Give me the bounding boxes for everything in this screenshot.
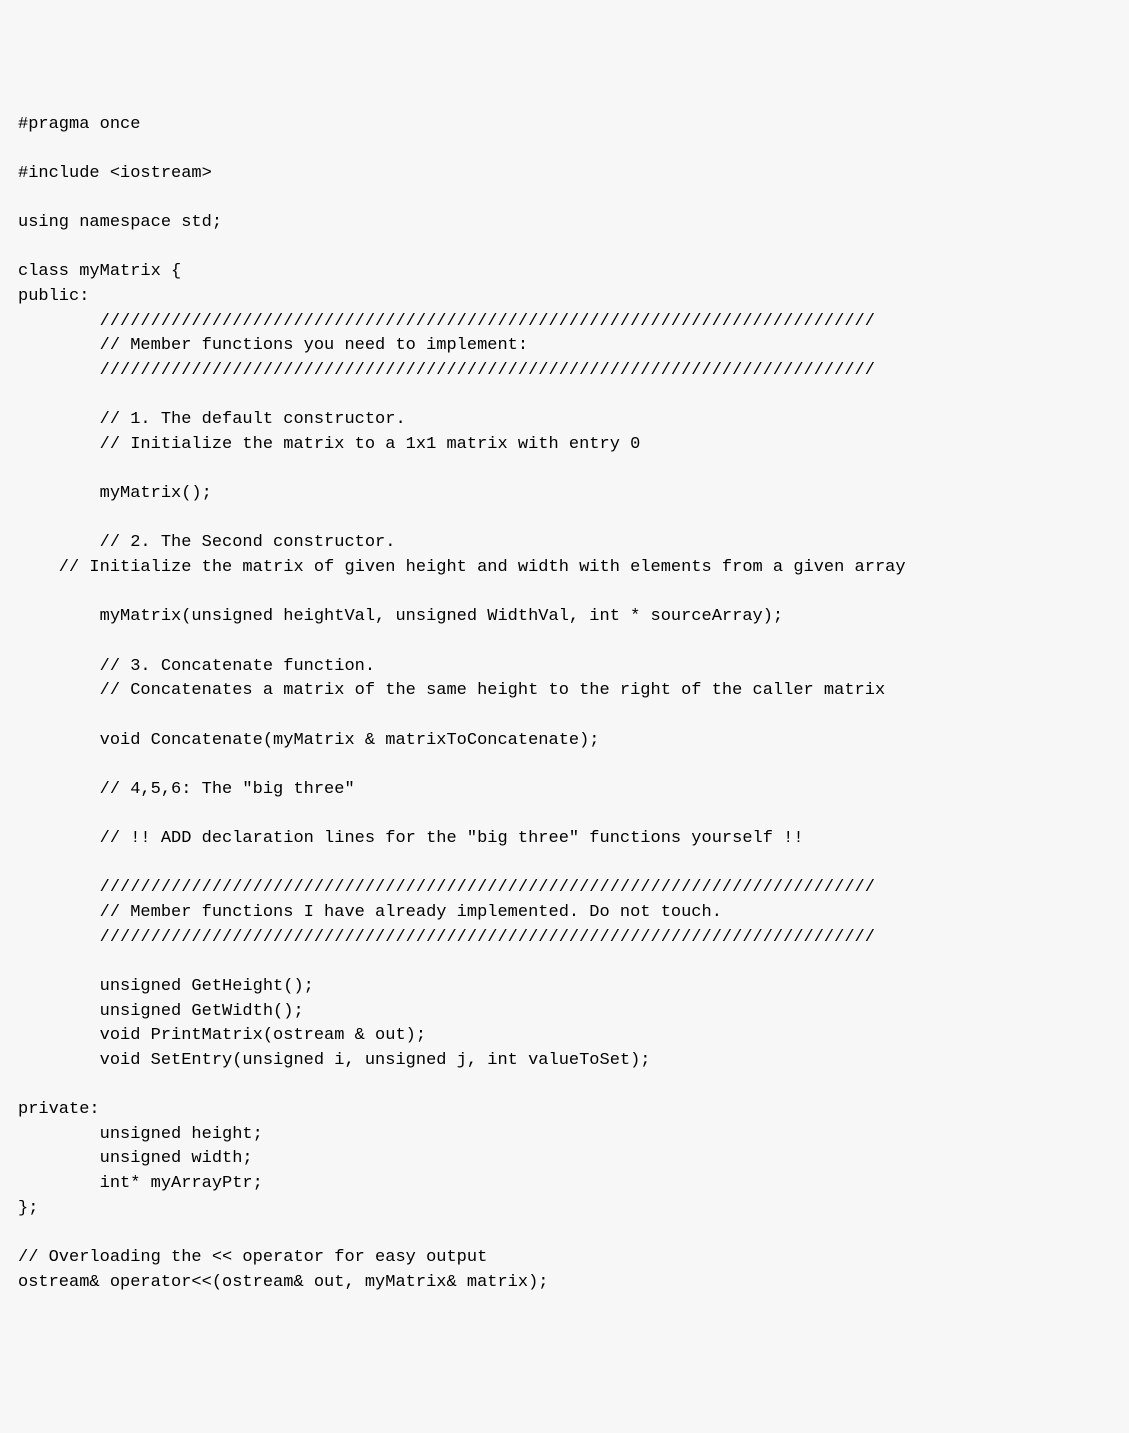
code-block: #pragma once #include <iostream> using n… — [18, 113, 1111, 1296]
